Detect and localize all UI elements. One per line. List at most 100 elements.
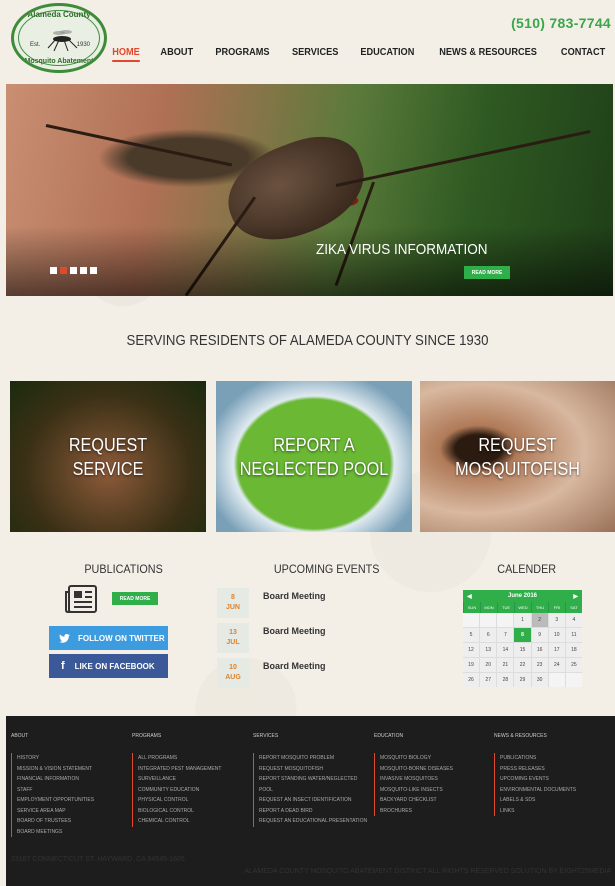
calendar-day[interactable]: 3 bbox=[548, 613, 565, 627]
footer-link[interactable]: LABELS & SDS bbox=[500, 795, 612, 806]
calendar-day[interactable]: 14 bbox=[497, 643, 514, 657]
calendar-day[interactable]: 20 bbox=[480, 658, 497, 672]
footer-link[interactable]: MOSQUITO-BORNE DISEASES bbox=[380, 764, 492, 775]
twitter-button[interactable]: FOLLOW ON TWITTER bbox=[49, 626, 168, 650]
slider-dot[interactable] bbox=[70, 267, 77, 274]
calendar-title: CALENDER bbox=[497, 562, 557, 576]
calendar-day[interactable]: 28 bbox=[497, 673, 514, 687]
hero-slider[interactable]: ZIKA VIRUS INFORMATION READ MORE bbox=[6, 84, 613, 296]
nav-education[interactable]: EDUCATION bbox=[360, 47, 414, 62]
card-label: REPORT A NEGLECTED POOL bbox=[239, 434, 389, 479]
footer-link[interactable]: LINKS bbox=[500, 806, 612, 817]
next-month-icon[interactable]: ▶ bbox=[573, 593, 578, 600]
slider-dot[interactable] bbox=[50, 267, 57, 274]
calendar-day[interactable]: 16 bbox=[531, 643, 548, 657]
calendar-day[interactable]: 19 bbox=[463, 658, 480, 672]
calendar-day[interactable]: 29 bbox=[514, 673, 531, 687]
footer-link[interactable]: FINANCIAL INFORMATION bbox=[17, 774, 129, 785]
prev-month-icon[interactable]: ◀ bbox=[467, 593, 472, 600]
facebook-button[interactable]: f LIKE ON FACEBOOK bbox=[49, 654, 168, 678]
publications-title: PUBLICATIONS bbox=[84, 562, 163, 576]
calendar-day[interactable]: 23 bbox=[531, 658, 548, 672]
calendar-day[interactable]: 26 bbox=[463, 673, 480, 687]
event-title[interactable]: Board Meeting bbox=[263, 591, 326, 601]
calendar-day[interactable]: 11 bbox=[565, 628, 582, 642]
request-service-card[interactable]: REQUEST SERVICE bbox=[10, 381, 206, 532]
footer-link[interactable]: BACKYARD CHECKLIST bbox=[380, 795, 492, 806]
facebook-label: LIKE ON FACEBOOK bbox=[74, 661, 155, 671]
footer-link[interactable]: PUBLICATIONS bbox=[500, 753, 612, 764]
footer-link[interactable]: UPCOMING EVENTS bbox=[500, 774, 612, 785]
calendar-day[interactable]: 8 bbox=[514, 628, 531, 642]
site-logo[interactable]: Alameda County Est. 1930 Mosquito Abatem… bbox=[11, 3, 107, 73]
footer-link[interactable]: BROCHURES bbox=[380, 806, 492, 817]
calendar-day[interactable]: 7 bbox=[497, 628, 514, 642]
footer-link[interactable]: STAFF bbox=[17, 785, 129, 796]
footer-link[interactable]: ENVIRONMENTAL DOCUMENTS bbox=[500, 785, 612, 796]
footer-link[interactable]: EMPLOYMENT OPPORTUNITIES bbox=[17, 795, 129, 806]
footer-link[interactable]: HISTORY bbox=[17, 753, 129, 764]
logo-est: Est. bbox=[30, 42, 41, 48]
calendar-day[interactable]: 9 bbox=[531, 628, 548, 642]
calendar-month: June 2016 bbox=[507, 593, 538, 599]
footer-link[interactable]: REPORT MOSQUITO PROBLEM bbox=[259, 753, 371, 764]
footer-link[interactable]: ALL PROGRAMS bbox=[138, 753, 250, 764]
nav-contact[interactable]: CONTACT bbox=[561, 47, 605, 62]
calendar-day[interactable]: 6 bbox=[480, 628, 497, 642]
calendar-day bbox=[463, 613, 480, 627]
hero-read-more-button[interactable]: READ MORE bbox=[464, 266, 510, 279]
slider-dot[interactable] bbox=[90, 267, 97, 274]
logo-bottom-text: Mosquito Abatement bbox=[24, 58, 94, 65]
calendar-day[interactable]: 21 bbox=[497, 658, 514, 672]
calendar-day[interactable]: 30 bbox=[531, 673, 548, 687]
footer-link[interactable]: PHYSICAL CONTROL bbox=[138, 795, 250, 806]
footer-link[interactable]: COMMUNITY EDUCATION bbox=[138, 785, 250, 796]
calendar-day[interactable]: 15 bbox=[514, 643, 531, 657]
nav-news-resources[interactable]: NEWS & RESOURCES bbox=[439, 47, 537, 62]
footer-link[interactable]: SERVICE AREA MAP bbox=[17, 806, 129, 817]
calendar-day[interactable]: 12 bbox=[463, 643, 480, 657]
footer-link[interactable]: PRESS RELEASES bbox=[500, 764, 612, 775]
nav-home[interactable]: HOME bbox=[112, 47, 140, 62]
calendar-day[interactable]: 25 bbox=[565, 658, 582, 672]
footer-link[interactable]: MOSQUITO-LIKE INSECTS bbox=[380, 785, 492, 796]
footer-link[interactable]: SURVEILLANCE bbox=[138, 774, 250, 785]
footer-link[interactable]: REQUEST AN INSECT IDENTIFICATION bbox=[259, 795, 371, 806]
request-mosquitofish-card[interactable]: REQUEST MOSQUITOFISH bbox=[420, 381, 615, 532]
calendar-day[interactable]: 27 bbox=[480, 673, 497, 687]
calendar-day[interactable]: 10 bbox=[548, 628, 565, 642]
footer-link[interactable]: REQUEST MOSQUITOFISH bbox=[259, 764, 371, 775]
report-pool-card[interactable]: REPORT A NEGLECTED POOL bbox=[216, 381, 412, 532]
footer-link[interactable]: BOARD MEETINGS bbox=[17, 827, 129, 838]
slider-dot[interactable] bbox=[80, 267, 87, 274]
footer-link[interactable]: INVASIVE MOSQUITOES bbox=[380, 774, 492, 785]
calendar-day[interactable]: 18 bbox=[565, 643, 582, 657]
footer-link[interactable]: REPORT A DEAD BIRD bbox=[259, 806, 371, 817]
footer-link[interactable]: INTEGRATED PEST MANAGEMENT bbox=[138, 764, 250, 775]
footer-link[interactable]: BIOLOGICAL CONTROL bbox=[138, 806, 250, 817]
publications-read-more-button[interactable]: READ MORE bbox=[112, 592, 158, 605]
slider-dot[interactable] bbox=[60, 267, 67, 274]
footer-link[interactable]: REPORT STANDING WATER/NEGLECTED POOL bbox=[259, 774, 371, 795]
calendar-widget: ◀ June 2016 ▶ SUN MON TUE WED THU FRI SAT 1234… bbox=[463, 590, 582, 687]
event-title[interactable]: Board Meeting bbox=[263, 661, 326, 671]
calendar-day[interactable]: 5 bbox=[463, 628, 480, 642]
footer-link[interactable]: REQUEST AN EDUCATIONAL PRESENTATION bbox=[259, 816, 371, 827]
calendar-day[interactable]: 2 bbox=[531, 613, 548, 627]
footer-link[interactable]: CHEMICAL CONTROL bbox=[138, 816, 250, 827]
calendar-day[interactable]: 24 bbox=[548, 658, 565, 672]
nav-services[interactable]: SERVICES bbox=[292, 47, 338, 62]
calendar-day[interactable]: 22 bbox=[514, 658, 531, 672]
calendar-day[interactable]: 17 bbox=[548, 643, 565, 657]
calendar-day[interactable]: 1 bbox=[514, 613, 531, 627]
calendar-day[interactable]: 13 bbox=[480, 643, 497, 657]
event-title[interactable]: Board Meeting bbox=[263, 626, 326, 636]
nav-about[interactable]: ABOUT bbox=[161, 47, 194, 62]
footer-link[interactable]: MOSQUITO BIOLOGY bbox=[380, 753, 492, 764]
footer-link[interactable]: BOARD OF TRUSTEES bbox=[17, 816, 129, 827]
hero-leg-2 bbox=[335, 129, 591, 187]
nav-programs[interactable]: PROGRAMS bbox=[215, 47, 269, 62]
calendar-day[interactable]: 4 bbox=[565, 613, 582, 627]
footer-link[interactable]: MISSION & VISION STATEMENT bbox=[17, 764, 129, 775]
phone-number[interactable]: (510) 783-7744 bbox=[511, 15, 611, 31]
